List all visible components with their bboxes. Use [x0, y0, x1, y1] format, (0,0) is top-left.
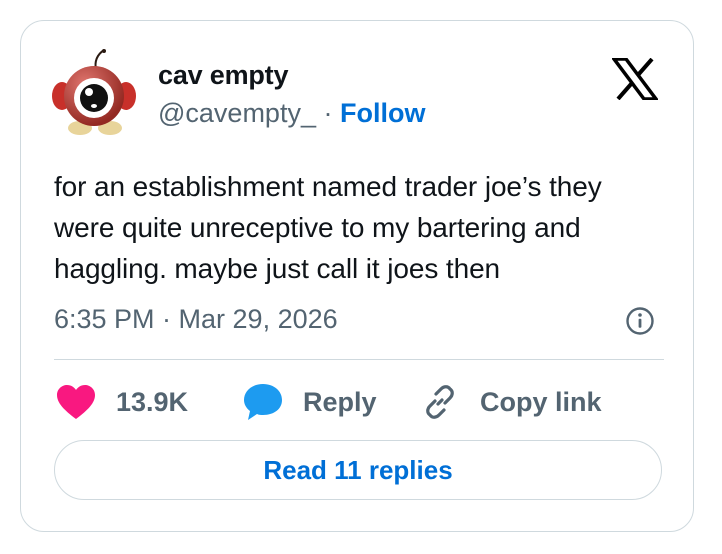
tweet-timestamp[interactable]: 6:35 PM · Mar 29, 2026 — [54, 304, 338, 335]
heart-icon — [57, 385, 95, 419]
x-logo-icon[interactable] — [612, 58, 658, 100]
speech-bubble-icon — [244, 384, 282, 420]
read-replies-button[interactable]: Read 11 replies — [54, 440, 662, 500]
follow-button[interactable]: Follow — [340, 98, 425, 128]
copy-link-button[interactable]: Copy link — [420, 382, 602, 422]
info-icon[interactable] — [625, 306, 655, 336]
like-button[interactable]: 13.9K — [56, 382, 188, 422]
reply-label: Reply — [303, 386, 377, 417]
divider — [54, 359, 664, 360]
author-handle-row: @cavempty_ · Follow — [158, 98, 425, 129]
copy-link-label: Copy link — [480, 386, 602, 417]
handle-separator: · — [323, 98, 333, 128]
like-count: 13.9K — [116, 386, 189, 417]
author-handle[interactable]: @cavempty_ — [158, 98, 316, 128]
tweet-text: for an establishment named trader joe’s … — [54, 171, 602, 284]
author-name[interactable]: cav empty — [158, 60, 288, 91]
avatar[interactable] — [52, 48, 136, 138]
reply-button[interactable]: Reply — [243, 382, 377, 422]
link-icon — [426, 385, 454, 419]
